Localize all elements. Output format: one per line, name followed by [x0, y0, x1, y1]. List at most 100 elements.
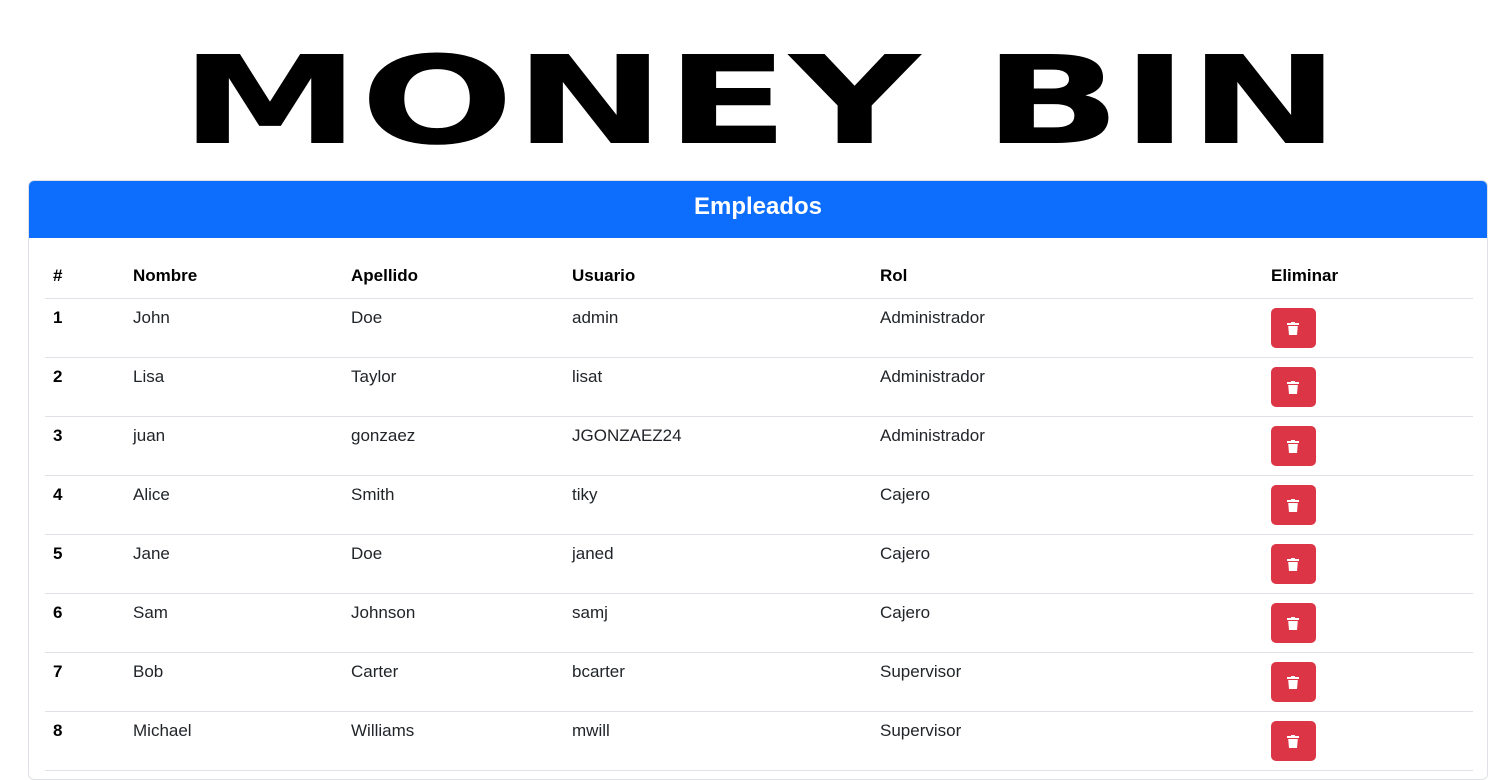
cell-usuario: admin [564, 298, 872, 358]
cell-nombre-text: John [133, 308, 170, 327]
trash-icon [1287, 617, 1299, 630]
cell-rol: Supervisor [872, 711, 1263, 771]
cell-rol: Supervisor [872, 652, 1263, 712]
cell-eliminar [1263, 357, 1473, 417]
table-row: 5 Jane Doe janed Cajero [45, 534, 1473, 594]
cell-rol-text: Administrador [880, 426, 985, 445]
delete-button[interactable] [1271, 721, 1316, 761]
cell-apellido-text: Smith [351, 485, 395, 504]
cell-apellido: Williams [343, 711, 564, 771]
cell-eliminar [1263, 298, 1473, 358]
delete-button[interactable] [1271, 485, 1316, 525]
cell-num: 7 [45, 652, 125, 712]
cell-num-text: 3 [53, 426, 63, 445]
cell-apellido-text: Williams [351, 721, 415, 740]
employees-table: # Nombre Apellido Usuario Rol Eliminar 1… [45, 254, 1473, 771]
cell-eliminar [1263, 593, 1473, 653]
cell-num-text: 8 [53, 721, 63, 740]
delete-button[interactable] [1271, 603, 1316, 643]
table-row: 7 Bob Carter bcarter Supervisor [45, 652, 1473, 712]
cell-nombre-text: Michael [133, 721, 192, 740]
logo-graphic: MONEY BIN [180, 40, 1340, 150]
cell-usuario-text: JGONZAEZ24 [572, 426, 682, 445]
delete-button[interactable] [1271, 662, 1316, 702]
cell-rol-text: Cajero [880, 485, 931, 504]
cell-usuario: JGONZAEZ24 [564, 416, 872, 476]
cell-rol-text: Administrador [880, 367, 985, 386]
cell-apellido: Smith [343, 475, 564, 535]
logo: MONEY BIN [0, 0, 1493, 180]
delete-button[interactable] [1271, 367, 1316, 407]
cell-usuario: bcarter [564, 652, 872, 712]
delete-button[interactable] [1271, 544, 1316, 584]
header-apellido: Apellido [343, 254, 564, 299]
cell-usuario: janed [564, 534, 872, 594]
header-rol: Rol [872, 254, 1263, 299]
cell-rol: Cajero [872, 534, 1263, 594]
table-row: 4 Alice Smith tiky Cajero [45, 475, 1473, 535]
cell-num: 3 [45, 416, 125, 476]
cell-nombre-text: Sam [133, 603, 168, 622]
cell-rol: Cajero [872, 475, 1263, 535]
trash-icon [1287, 381, 1299, 394]
cell-rol-text: Cajero [880, 603, 931, 622]
cell-rol-text: Administrador [880, 308, 985, 327]
cell-nombre: Michael [125, 711, 343, 771]
delete-button[interactable] [1271, 308, 1316, 348]
card-title: Empleados [29, 181, 1487, 238]
cell-nombre: Sam [125, 593, 343, 653]
table-row: 1 John Doe admin Administrador [45, 298, 1473, 358]
cell-rol: Cajero [872, 593, 1263, 653]
card-body: # Nombre Apellido Usuario Rol Eliminar 1… [29, 238, 1487, 771]
cell-eliminar [1263, 534, 1473, 594]
cell-eliminar [1263, 475, 1473, 535]
cell-apellido: gonzaez [343, 416, 564, 476]
employees-card: Empleados # Nombre Apellido Usuario Rol … [28, 180, 1488, 780]
header-nombre: Nombre [125, 254, 343, 299]
table-row: 6 Sam Johnson samj Cajero [45, 593, 1473, 653]
cell-rol: Administrador [872, 416, 1263, 476]
cell-apellido: Doe [343, 534, 564, 594]
trash-icon [1287, 558, 1299, 571]
cell-usuario: tiky [564, 475, 872, 535]
header-eliminar: Eliminar [1263, 254, 1473, 299]
trash-icon [1287, 440, 1299, 453]
cell-num-text: 4 [53, 485, 63, 504]
cell-usuario-text: janed [572, 544, 614, 563]
cell-apellido: Taylor [343, 357, 564, 417]
logo-text: MONEY BIN [180, 40, 1340, 150]
trash-icon [1287, 735, 1299, 748]
cell-num-text: 7 [53, 662, 63, 681]
delete-button[interactable] [1271, 426, 1316, 466]
cell-usuario: mwill [564, 711, 872, 771]
cell-rol: Administrador [872, 357, 1263, 417]
cell-rol-text: Supervisor [880, 662, 962, 681]
cell-usuario-text: lisat [572, 367, 603, 386]
cell-nombre-text: Bob [133, 662, 164, 681]
trash-icon [1287, 676, 1299, 689]
cell-usuario-text: samj [572, 603, 608, 622]
cell-rol-text: Supervisor [880, 721, 962, 740]
trash-icon [1287, 322, 1299, 335]
cell-nombre: Jane [125, 534, 343, 594]
cell-nombre: John [125, 298, 343, 358]
cell-nombre: Alice [125, 475, 343, 535]
cell-num: 8 [45, 711, 125, 771]
cell-num-text: 1 [53, 308, 63, 327]
cell-num: 2 [45, 357, 125, 417]
cell-usuario-text: tiky [572, 485, 598, 504]
cell-nombre-text: Jane [133, 544, 170, 563]
cell-nombre: juan [125, 416, 343, 476]
cell-apellido-text: Taylor [351, 367, 397, 386]
cell-apellido-text: gonzaez [351, 426, 416, 445]
cell-num: 5 [45, 534, 125, 594]
cell-num-text: 5 [53, 544, 63, 563]
cell-eliminar [1263, 652, 1473, 712]
trash-icon [1287, 499, 1299, 512]
table-header-row: # Nombre Apellido Usuario Rol Eliminar [45, 254, 1473, 299]
table-row: 3 juan gonzaez JGONZAEZ24 Administrador [45, 416, 1473, 476]
table-row: 2 Lisa Taylor lisat Administrador [45, 357, 1473, 417]
cell-apellido-text: Carter [351, 662, 399, 681]
cell-eliminar [1263, 416, 1473, 476]
cell-nombre-text: Alice [133, 485, 170, 504]
